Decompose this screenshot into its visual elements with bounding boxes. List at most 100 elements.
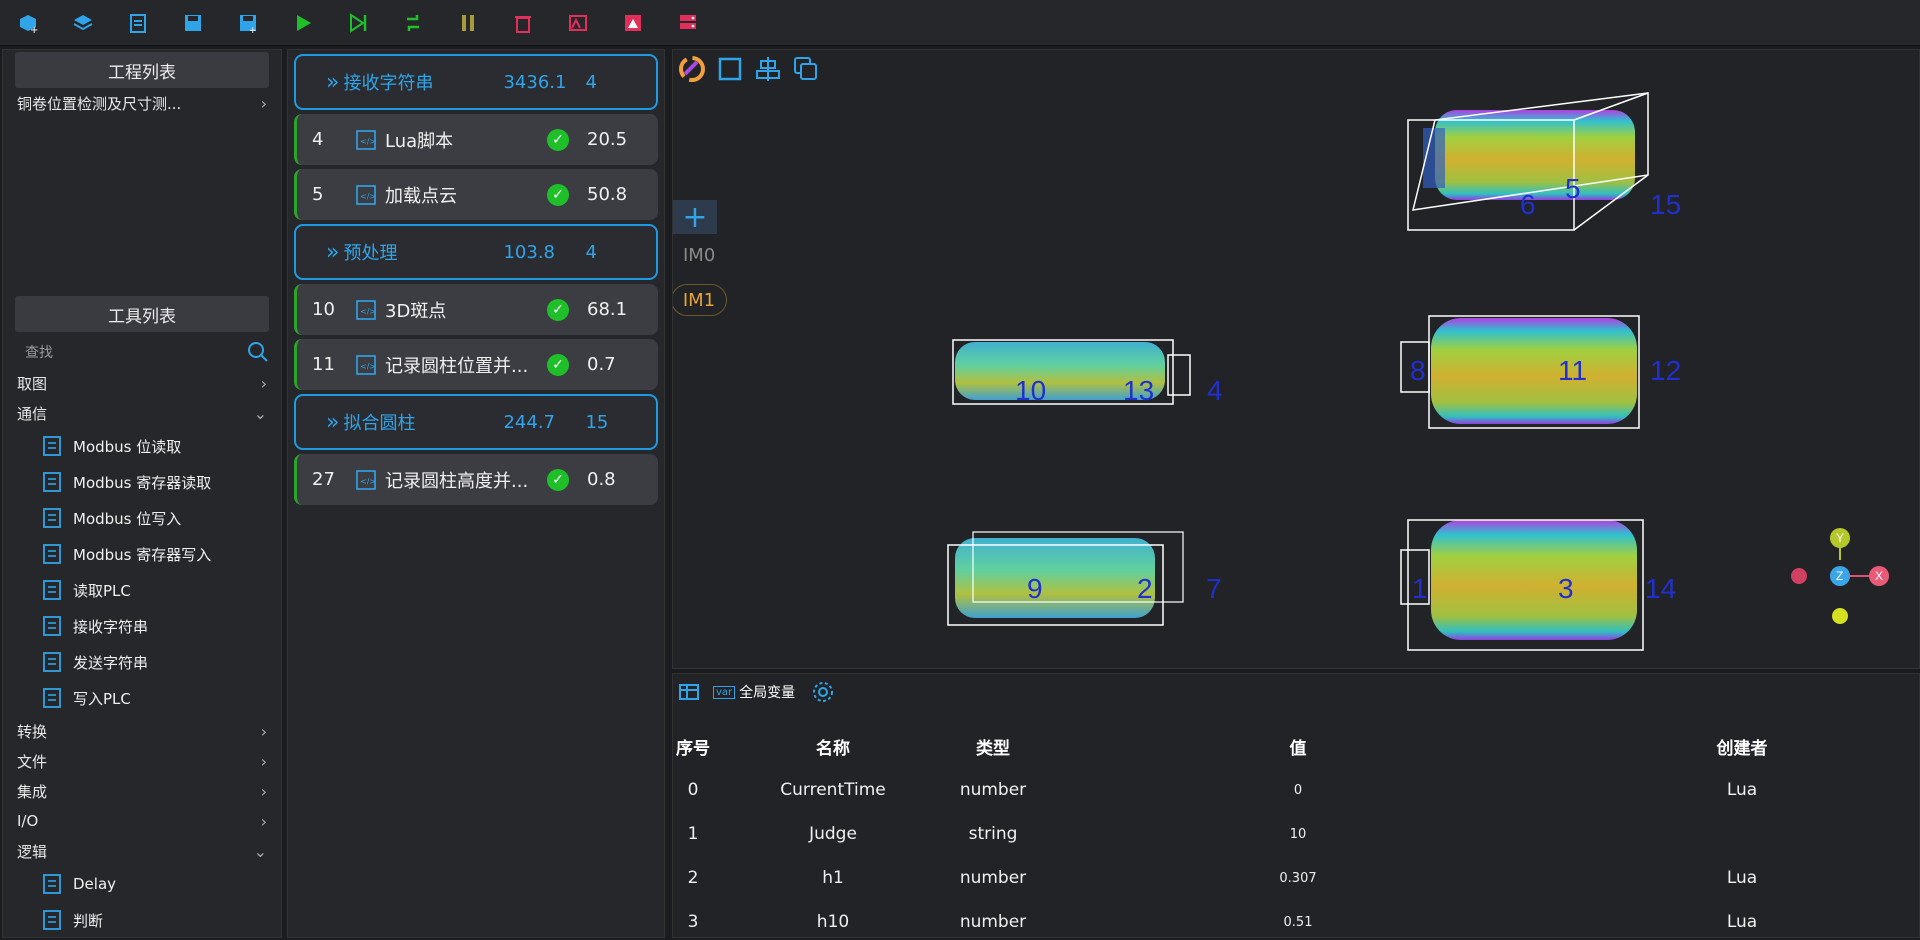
global-vars-tab[interactable]: var 全局变量 bbox=[713, 682, 795, 702]
table-row[interactable]: 1 Judge string 10 bbox=[673, 812, 1919, 856]
flow-node[interactable]: 5 </> 加载点云 ✓ 50.8 bbox=[294, 169, 658, 220]
svg-text:</>: </> bbox=[360, 307, 376, 316]
tool-category[interactable]: 转换 › bbox=[3, 716, 281, 746]
table-cell: 10 bbox=[1289, 826, 1307, 842]
flow-group-name: 接收字符串 bbox=[343, 73, 434, 94]
chevron-right-icon: › bbox=[260, 721, 267, 741]
box-label: 5 bbox=[1565, 173, 1581, 204]
tool-item[interactable]: 读取PLC bbox=[3, 572, 281, 608]
save-as-button[interactable]: + bbox=[234, 9, 262, 37]
column-header[interactable]: 序号 bbox=[673, 724, 713, 768]
tool-category[interactable]: 逻辑 ⌄ bbox=[3, 836, 281, 866]
flow-panel: » 接收字符串 3436.1 44 </> Lua脚本 ✓ 20.5 5 </> … bbox=[287, 49, 665, 938]
script-icon: </> bbox=[356, 469, 376, 490]
table-cell: string bbox=[968, 824, 1018, 844]
tool-item[interactable]: Modbus 位读取 bbox=[3, 428, 281, 464]
table-cell: 0.307 bbox=[1279, 870, 1317, 886]
box-label: 15 bbox=[1650, 189, 1681, 220]
flow-node[interactable]: 4 </> Lua脚本 ✓ 20.5 bbox=[294, 114, 658, 165]
import-icon bbox=[130, 13, 146, 33]
tool-item-label: 接收字符串 bbox=[73, 617, 149, 636]
double-chevron-icon[interactable]: » bbox=[326, 70, 339, 95]
tool-item-label: 读取PLC bbox=[73, 581, 131, 600]
tool-search[interactable]: 查找 bbox=[15, 336, 269, 368]
flow-group-name: 预处理 bbox=[343, 243, 398, 264]
step-run-button[interactable] bbox=[344, 9, 372, 37]
column-header[interactable]: 值 bbox=[1033, 724, 1563, 768]
column-header[interactable]: 名称 bbox=[713, 724, 953, 768]
save-button[interactable] bbox=[179, 9, 207, 37]
tool-item[interactable]: 判断 bbox=[3, 902, 281, 938]
tool-category[interactable]: 取图 › bbox=[3, 368, 281, 398]
flow-node[interactable]: 11 </> 记录圆柱位置并... ✓ 0.7 bbox=[294, 339, 658, 390]
flow-node-name: Lua脚本 bbox=[385, 130, 454, 152]
import-button[interactable] bbox=[124, 9, 152, 37]
table-row[interactable]: 3 h10 number 0.51 Lua bbox=[673, 900, 1919, 937]
flow-group-time: 244.7 bbox=[503, 411, 555, 433]
tool-item[interactable]: 写入PLC bbox=[3, 680, 281, 716]
gear-icon[interactable] bbox=[811, 680, 835, 704]
table-icon[interactable] bbox=[677, 680, 701, 704]
point-cloud-canvas[interactable]: 651510 13 48 11 129 2 7 1 3 14 Y Z X bbox=[673, 50, 1920, 669]
search-icon[interactable] bbox=[247, 341, 269, 363]
svg-text:+: + bbox=[249, 26, 257, 35]
left-panel: 工程列表 铜卷位置检测及尺寸测... › 工具列表 查找 取图 › 通信 ⌄ Modbu… bbox=[2, 49, 282, 938]
box-label: 2 bbox=[1137, 573, 1153, 604]
flow-node-id: 27 bbox=[312, 469, 335, 490]
table-row[interactable]: 2 h1 number 0.307 Lua bbox=[673, 856, 1919, 900]
tool-item[interactable]: 接收字符串 bbox=[3, 608, 281, 644]
search-input[interactable]: 查找 bbox=[25, 342, 53, 362]
flow-node[interactable]: 27 </> 记录圆柱高度并... ✓ 0.8 bbox=[294, 454, 658, 505]
tool-item-label: 发送字符串 bbox=[73, 653, 149, 672]
open-project-button[interactable] bbox=[69, 9, 97, 37]
flow-node-time: 68.1 bbox=[587, 299, 628, 320]
file-edit-icon bbox=[43, 544, 61, 564]
tool-item[interactable]: Delay bbox=[3, 866, 281, 902]
tool-list-header: 工具列表 bbox=[15, 296, 269, 332]
flow-group-count: 15 bbox=[585, 411, 609, 433]
project-item-label: 铜卷位置检测及尺寸测... bbox=[17, 94, 182, 113]
tool-item[interactable]: Modbus 寄存器读取 bbox=[3, 464, 281, 500]
box-label: 1 bbox=[1412, 573, 1428, 604]
table-cell: Lua bbox=[1726, 868, 1758, 888]
tool-item[interactable]: Modbus 寄存器写入 bbox=[3, 536, 281, 572]
column-header[interactable]: 类型 bbox=[953, 724, 1033, 768]
text-image-button[interactable] bbox=[564, 9, 592, 37]
flow-node[interactable]: 10 </> 3D斑点 ✓ 68.1 bbox=[294, 284, 658, 335]
flow-group[interactable]: » 接收字符串 3436.1 4 bbox=[294, 54, 658, 110]
flow-group[interactable]: » 预处理 103.8 4 bbox=[294, 224, 658, 280]
pause-button[interactable] bbox=[454, 9, 482, 37]
flow-group[interactable]: » 拟合圆柱 244.7 15 bbox=[294, 394, 658, 450]
image-button[interactable] bbox=[619, 9, 647, 37]
server-button[interactable] bbox=[674, 9, 702, 37]
tool-category-label: 逻辑 bbox=[17, 842, 48, 861]
double-chevron-icon[interactable]: » bbox=[326, 240, 339, 265]
tool-category[interactable]: I/O › bbox=[3, 806, 281, 836]
tool-item[interactable]: Modbus 位写入 bbox=[3, 500, 281, 536]
project-list-header: 工程列表 bbox=[15, 52, 269, 88]
variables-table: 序号 名称 类型值创建者 0 CurrentTime number 0 Lua 1 Judge s… bbox=[673, 724, 1919, 937]
tool-category[interactable]: 文件 › bbox=[3, 746, 281, 776]
table-row[interactable]: 0 CurrentTime number 0 Lua bbox=[673, 768, 1919, 812]
svg-text:</>: </> bbox=[360, 192, 376, 201]
column-header[interactable]: 创建者 bbox=[1563, 724, 1919, 768]
double-chevron-icon[interactable]: » bbox=[326, 410, 339, 435]
success-check-icon: ✓ bbox=[547, 353, 569, 376]
check-box-icon bbox=[43, 910, 61, 930]
new-project-button[interactable]: + bbox=[14, 9, 42, 37]
delete-button[interactable] bbox=[509, 9, 537, 37]
loop-run-button[interactable] bbox=[399, 9, 427, 37]
tool-category[interactable]: 通信 ⌄ bbox=[3, 398, 281, 428]
axis-z-label: Z bbox=[1836, 569, 1843, 583]
chevron-right-icon: › bbox=[260, 373, 267, 393]
variables-tabbar: var 全局变量 bbox=[673, 674, 1919, 710]
project-item[interactable]: 铜卷位置检测及尺寸测... › bbox=[3, 88, 281, 118]
tool-item[interactable]: 发送字符串 bbox=[3, 644, 281, 680]
run-button[interactable] bbox=[289, 9, 317, 37]
tool-category[interactable]: 集成 › bbox=[3, 776, 281, 806]
point-cloud-middle-right bbox=[1400, 315, 1640, 429]
success-check-icon: ✓ bbox=[547, 298, 569, 321]
image-icon bbox=[625, 14, 641, 31]
tool-category-label: 文件 bbox=[17, 752, 48, 771]
svg-text:+: + bbox=[30, 25, 38, 35]
